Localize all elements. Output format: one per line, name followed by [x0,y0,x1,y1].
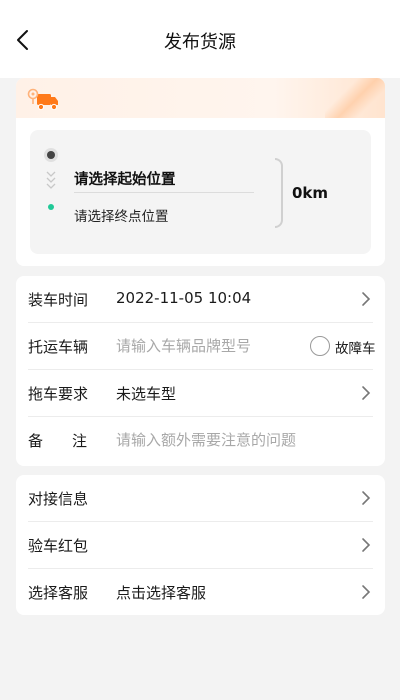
load-time-value: 2022-11-05 10:04 [116,289,252,307]
truck-icon [27,88,58,111]
distance-bracket [275,158,283,228]
route-divider [74,192,254,193]
load-time-row[interactable]: 装车时间 2022-11-05 10:04 [16,276,385,323]
end-point-icon [48,204,54,210]
customer-service-row[interactable]: 选择客服 点击选择客服 [16,569,385,616]
vehicle-label: 托运车辆 [28,338,89,356]
banner-decoration [325,78,385,118]
cargo-form-card: 装车时间 2022-11-05 10:04 托运车辆 故障车 拖车要求 未选车型… [16,276,385,466]
fault-vehicle-label[interactable]: 故障车 [335,337,376,357]
chevron-right-icon [362,292,371,306]
extra-options-card: 对接信息 验车红包 选择客服 点击选择客服 [16,475,385,615]
tow-requirement-value: 未选车型 [116,385,177,403]
route-selector: 请选择起始位置 请选择终点位置 0km [30,130,371,254]
page-title: 发布货源 [164,32,236,53]
start-location-button[interactable]: 请选择起始位置 [74,168,176,189]
header: 发布货源 [0,0,400,78]
vehicle-input[interactable] [116,333,306,359]
chevron-right-icon [362,585,371,599]
route-banner [16,78,385,118]
customer-service-label: 选择客服 [28,584,89,602]
customer-service-value: 点击选择客服 [116,584,207,602]
start-point-icon [44,148,58,162]
tow-requirement-label: 拖车要求 [28,385,89,403]
inspection-red-packet-label: 验车红包 [28,537,89,555]
contact-info-label: 对接信息 [28,490,89,508]
contact-info-row[interactable]: 对接信息 [16,475,385,522]
chevron-right-icon [362,538,371,552]
chevrons-down-icon [46,171,56,189]
remark-label: 备注 [28,432,117,450]
remark-row: 备注 [16,417,385,464]
fault-vehicle-radio[interactable] [310,336,330,356]
route-card: 请选择起始位置 请选择终点位置 0km [16,78,385,266]
distance-value: 0km [292,184,329,202]
inspection-red-packet-row[interactable]: 验车红包 [16,522,385,569]
remark-input[interactable] [116,427,366,453]
tow-requirement-row[interactable]: 拖车要求 未选车型 [16,370,385,417]
chevron-right-icon [362,386,371,400]
vehicle-row: 托运车辆 故障车 [16,323,385,370]
end-location-button[interactable]: 请选择终点位置 [74,205,169,225]
chevron-right-icon [362,491,371,505]
load-time-label: 装车时间 [28,291,89,309]
